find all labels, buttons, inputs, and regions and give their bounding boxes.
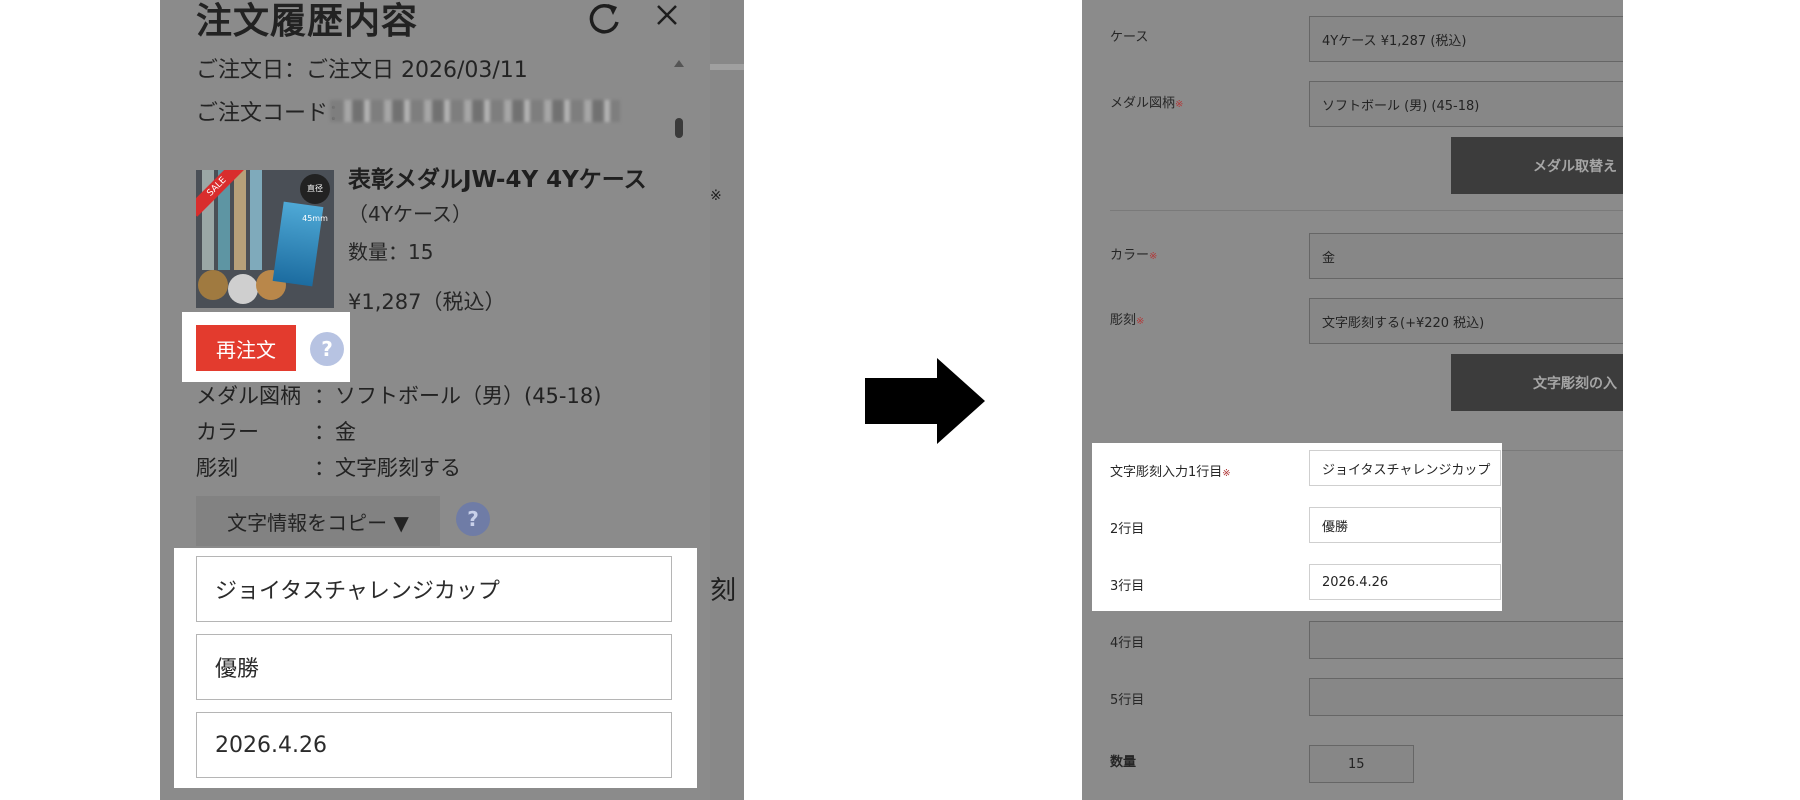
- form-label-text: 彫刻: [1110, 313, 1137, 328]
- form-label-text: 文字彫刻入力1行目: [1110, 465, 1223, 480]
- order-date: ご注文日：ご注文日 2026/03/11: [196, 58, 528, 83]
- engraving-line-3-field[interactable]: 2026.4.26: [196, 712, 672, 778]
- required-mark: ※: [1149, 251, 1158, 262]
- engraving-line-5-input[interactable]: [1309, 678, 1623, 716]
- product-name: 表彰メダルJW-4Y 4Yケース: [348, 167, 647, 193]
- medal-design-select[interactable]: ソフトボール (男) (45-18): [1309, 81, 1623, 127]
- background-page-strip: ※ 刻: [710, 0, 744, 800]
- engraving-line-2-input[interactable]: 優勝: [1309, 507, 1501, 543]
- product-variant: （4Yケース）: [348, 202, 472, 226]
- color-select[interactable]: 金: [1309, 233, 1623, 279]
- form-label-medal-design: メダル図柄※: [1110, 92, 1183, 111]
- form-label-text: 4行目: [1110, 636, 1145, 651]
- form-label-line-5: 5行目: [1110, 689, 1144, 708]
- background-bar: [710, 64, 744, 70]
- help-icon[interactable]: ?: [310, 332, 344, 366]
- form-label-text: 2行目: [1110, 522, 1145, 537]
- option-value: ：文字彫刻する: [314, 456, 461, 480]
- form-label-line-1: 文字彫刻入力1行目※: [1110, 461, 1231, 480]
- right-arrow-icon: [865, 358, 985, 444]
- quantity-input[interactable]: 15: [1309, 745, 1414, 783]
- product-image: 直径 45mm SALE: [196, 170, 334, 308]
- product-quantity: 数量：15: [348, 240, 434, 264]
- form-label-text: メダル図柄: [1110, 96, 1176, 111]
- form-label-text: 3行目: [1110, 579, 1145, 594]
- form-divider: [1110, 210, 1623, 211]
- form-label-quantity: 数量: [1110, 751, 1136, 770]
- image-medal: [228, 274, 258, 304]
- required-mark: ※: [1222, 468, 1231, 479]
- form-label-text: ケース: [1110, 30, 1149, 45]
- image-medal: [198, 270, 228, 300]
- medal-replace-button[interactable]: メダル取替え: [1451, 137, 1623, 194]
- background-glyph: 刻: [710, 576, 737, 606]
- option-engraving: 彫刻 ：文字彫刻する: [196, 452, 461, 482]
- order-form-panel: ケース 4Yケース ¥1,287 (税込) メダル図柄※ ソフトボール (男) …: [1082, 0, 1623, 800]
- option-value: ：金: [314, 420, 356, 444]
- form-label-text: 5行目: [1110, 693, 1145, 708]
- scrollbar-thumb[interactable]: [675, 118, 683, 138]
- close-icon[interactable]: [652, 0, 682, 30]
- option-key: 彫刻: [196, 456, 238, 480]
- option-medal-design: メダル図柄 ：ソフトボール（男）(45-18): [196, 380, 601, 410]
- form-label-color: カラー※: [1110, 244, 1157, 263]
- copy-text-info-button[interactable]: 文字情報をコピー ▼: [196, 496, 440, 546]
- form-label-text: カラー: [1110, 248, 1150, 263]
- option-value: ：ソフトボール（男）(45-18): [314, 384, 602, 408]
- engraving-line-3-input[interactable]: 2026.4.26: [1309, 564, 1501, 600]
- form-label-line-2: 2行目: [1110, 518, 1144, 537]
- product-price: ¥1,287（税込）: [348, 290, 506, 314]
- engraving-line-1-field[interactable]: ジョイタスチャレンジカップ: [196, 556, 672, 622]
- refresh-icon[interactable]: [584, 0, 624, 38]
- panel-title: 注文履歴内容: [196, 1, 419, 42]
- reorder-button[interactable]: 再注文: [196, 325, 296, 371]
- help-icon[interactable]: ?: [456, 502, 490, 536]
- image-ribbon: [234, 170, 246, 270]
- background-glyph: ※: [710, 188, 722, 204]
- required-mark: ※: [1136, 316, 1145, 327]
- form-label-line-4: 4行目: [1110, 632, 1144, 651]
- image-ribbon: [250, 170, 262, 270]
- engraving-line-1-input[interactable]: ジョイタスチャレンジカップ: [1309, 450, 1501, 486]
- required-mark: ※: [1175, 99, 1184, 110]
- option-color: カラー ：金: [196, 416, 356, 446]
- option-key: カラー: [196, 420, 259, 444]
- engraving-line-4-input[interactable]: [1309, 621, 1623, 659]
- scroll-up-arrow[interactable]: [674, 60, 684, 67]
- image-size-badge: 直径 45mm: [300, 174, 330, 223]
- form-label-text: 数量: [1110, 755, 1137, 770]
- form-label-engraving: 彫刻※: [1110, 309, 1144, 328]
- order-code-redacted: [330, 100, 620, 122]
- case-select[interactable]: 4Yケース ¥1,287 (税込): [1309, 16, 1623, 62]
- engraving-select[interactable]: 文字彫刻する(+¥220 税込): [1309, 298, 1623, 344]
- engraving-line-2-field[interactable]: 優勝: [196, 634, 672, 700]
- form-label-line-3: 3行目: [1110, 575, 1144, 594]
- engrave-input-button[interactable]: 文字彫刻の入: [1451, 354, 1623, 411]
- order-code-label: ご注文コード：: [196, 101, 351, 126]
- order-history-panel: ※ 刻 注文履歴内容 ご注文日：ご注文日 2026/03/11 ご注文コード： …: [160, 0, 744, 800]
- option-key: メダル図柄: [196, 384, 301, 408]
- form-label-case: ケース: [1110, 26, 1148, 45]
